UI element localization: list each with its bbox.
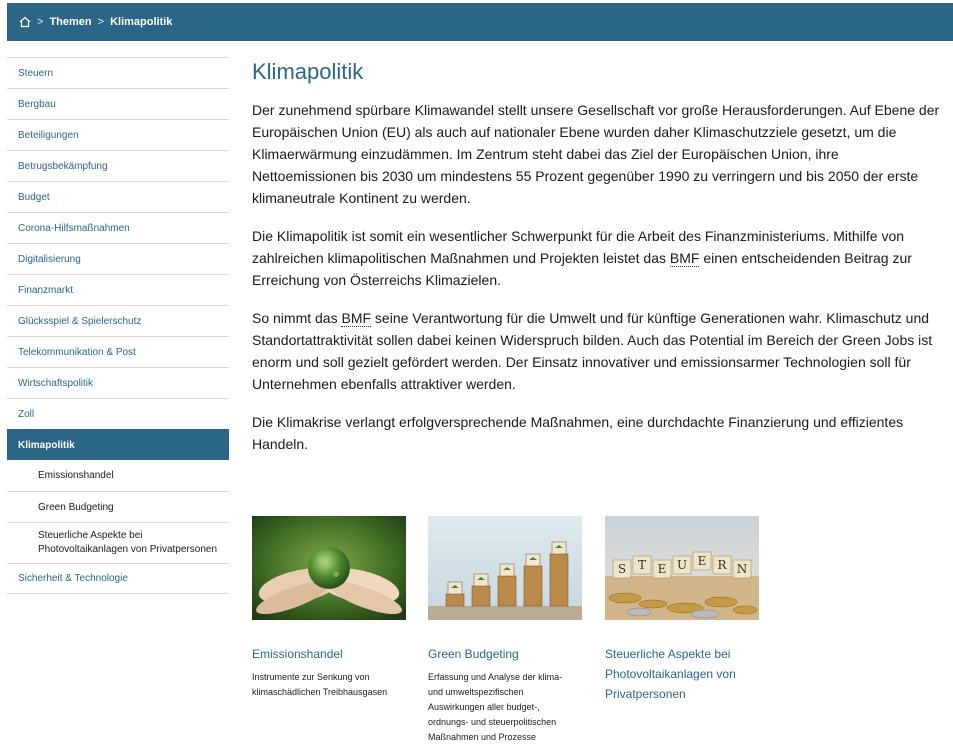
breadcrumb-bar: > Themen > Klimapolitik [7, 3, 953, 41]
tile-letter: E [698, 554, 707, 568]
tile-letter: U [677, 558, 687, 572]
sidebar-item-corona[interactable]: Corona-Hilfsmaßnahmen [7, 212, 229, 243]
sidebar-item-digitalisierung[interactable]: Digitalisierung [7, 243, 229, 274]
page-title: Klimapolitik [252, 59, 364, 84]
card-description: Instrumente zur Senkung von klimaschädli… [252, 672, 388, 697]
tile-letter: T [638, 558, 646, 572]
sidebar-item-budget[interactable]: Budget [7, 181, 229, 212]
sidebar-nav: Steuern Bergbau Beteiligungen Betrugsbek… [7, 57, 229, 594]
responsibility-text-a: So nimmt das [252, 310, 342, 326]
breadcrumb-item-current: Klimapolitik [110, 16, 173, 28]
coin-stacks-image [428, 516, 582, 620]
breadcrumb-separator: > [97, 16, 105, 28]
sidebar-subitem-emissionshandel[interactable]: Emissionshandel [7, 460, 229, 491]
card-emissionshandel[interactable]: Emissionshandel Instrumente zur Senkung … [252, 516, 412, 697]
sidebar-item-zoll[interactable]: Zoll [7, 398, 229, 429]
card-title[interactable]: Emissionshandel [252, 644, 412, 664]
tile-letter: E [658, 562, 667, 576]
sidebar-subitem-photovoltaik[interactable]: Steuerliche Aspekte bei Photovoltaikanla… [7, 522, 229, 563]
hands-globe-image [252, 516, 406, 620]
focus-paragraph: Die Klimapolitik ist somit ein wesentlic… [252, 225, 942, 291]
sidebar-item-sicherheit[interactable]: Sicherheit & Technologie [7, 563, 229, 594]
sidebar-subitem-green-budgeting[interactable]: Green Budgeting [7, 491, 229, 522]
tile-letter: S [618, 562, 626, 576]
breadcrumb-item-themen[interactable]: Themen [49, 16, 91, 28]
crisis-paragraph: Die Klimakrise verlangt erfolgverspreche… [252, 414, 904, 452]
sidebar-item-steuern[interactable]: Steuern [7, 57, 229, 88]
breadcrumb-separator: > [37, 16, 44, 28]
sidebar-item-finanzmarkt[interactable]: Finanzmarkt [7, 274, 229, 305]
tile-letter: R [717, 558, 727, 572]
sidebar-item-bergbau[interactable]: Bergbau [7, 88, 229, 119]
sidebar-item-telekommunikation[interactable]: Telekommunikation & Post [7, 336, 229, 367]
card-description: Erfassung und Analyse der klima- und umw… [428, 672, 563, 742]
sidebar-item-wirtschaftspolitik[interactable]: Wirtschaftspolitik [7, 367, 229, 398]
card-photovoltaik[interactable]: S T E U E R N Steuerliche Aspekte bei Ph… [605, 516, 765, 701]
bmf-abbreviation[interactable]: BMF [341, 310, 372, 327]
bmf-abbreviation[interactable]: BMF [669, 250, 700, 267]
tax-tiles-coins-image: S T E U E R N [605, 516, 759, 620]
sidebar-item-klimapolitik[interactable]: Klimapolitik [7, 429, 229, 460]
card-title[interactable]: Green Budgeting [428, 644, 588, 664]
main-content: Klimapolitik Der zunehmend spürbare Klim… [252, 57, 942, 455]
card-green-budgeting[interactable]: Green Budgeting Erfassung und Analyse de… [428, 516, 588, 742]
home-icon[interactable] [19, 16, 31, 28]
intro-paragraph: Der zunehmend spürbare Klimawandel stell… [252, 102, 940, 206]
tile-letter: N [737, 562, 748, 576]
sidebar-item-betrugsbekaempfung[interactable]: Betrugsbekämpfung [7, 150, 229, 181]
sidebar-item-gluecksspiel[interactable]: Glücksspiel & Spielerschutz [7, 305, 229, 336]
sidebar-item-beteiligungen[interactable]: Beteiligungen [7, 119, 229, 150]
card-title[interactable]: Steuerliche Aspekte bei Photovoltaikanla… [605, 644, 765, 704]
responsibility-paragraph: So nimmt das BMF seine Verantwortung für… [252, 307, 942, 395]
